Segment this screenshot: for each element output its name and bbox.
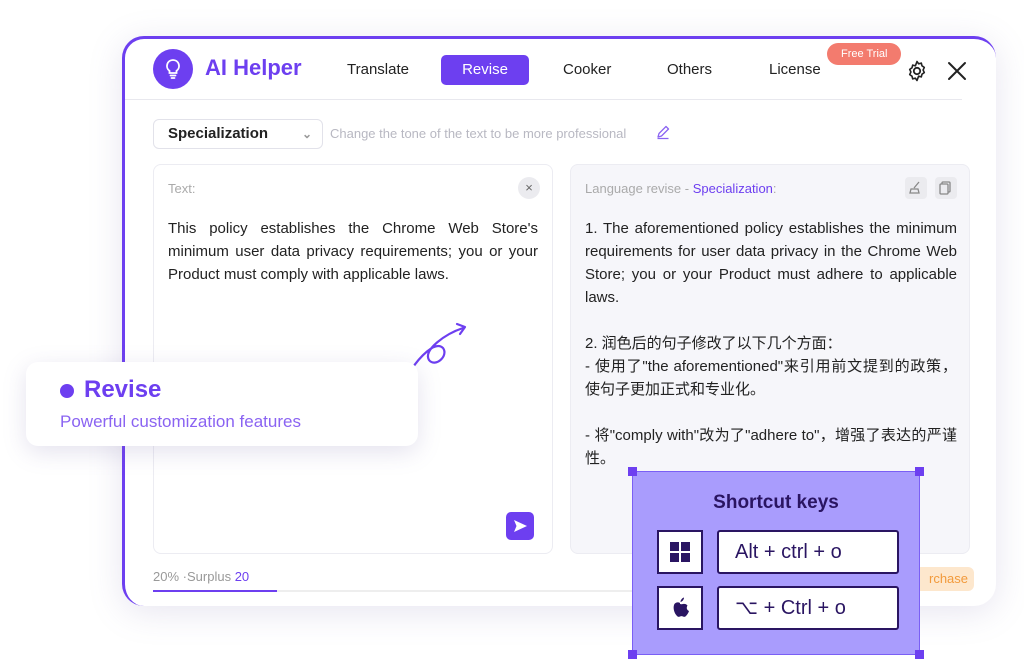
mode-select[interactable]: Specialization ⌄ — [153, 119, 323, 149]
chevron-down-icon: ⌄ — [301, 127, 312, 141]
callout-subtitle: Powerful customization features — [60, 412, 301, 431]
usage-progress-fill — [153, 590, 277, 592]
broom-icon[interactable] — [905, 177, 927, 199]
resize-handle — [628, 650, 637, 659]
clear-icon[interactable]: × — [518, 177, 540, 199]
tab-cooker[interactable]: Cooker — [549, 55, 625, 85]
shortcut-card: Shortcut keys Alt + ctrl + o ⌥ + Ctrl + … — [628, 467, 924, 659]
send-button[interactable] — [506, 512, 534, 540]
output-line: 2. 润色后的句子修改了以下几个方面： — [585, 335, 842, 352]
resize-handle — [915, 650, 924, 659]
tab-license[interactable]: License — [755, 55, 835, 85]
tone-hint: Change the tone of the text to be more p… — [330, 126, 627, 141]
output-label-suffix: : — [772, 181, 777, 196]
purchase-button[interactable]: rchase — [915, 567, 975, 591]
mode-select-value: Specialization — [168, 125, 269, 142]
resize-handle — [915, 467, 924, 476]
tab-others[interactable]: Others — [653, 55, 726, 85]
app-title: AI Helper — [205, 55, 302, 80]
resize-handle — [628, 467, 637, 476]
usage-percent: 20% — [153, 569, 180, 584]
close-icon[interactable] — [945, 59, 969, 83]
pencil-icon[interactable] — [655, 124, 671, 140]
windows-shortcut: Alt + ctrl + o — [717, 530, 899, 574]
bullet-dot-icon — [60, 384, 74, 398]
surplus-value: 20 — [234, 569, 250, 584]
shortcut-title: Shortcut keys — [713, 492, 839, 513]
lightbulb-logo-icon — [153, 49, 193, 89]
input-label: Text: — [168, 181, 196, 196]
tab-revise[interactable]: Revise — [441, 55, 529, 85]
output-label-mode: Specialization — [692, 181, 773, 196]
tab-translate[interactable]: Translate — [333, 55, 423, 85]
free-trial-badge: Free Trial — [827, 43, 902, 65]
copy-icon[interactable] — [935, 177, 957, 199]
mac-shortcut: ⌥ + Ctrl + o — [717, 586, 899, 630]
callout-title: Revise — [84, 376, 162, 403]
output-line: - 将"comply with"改为了"adhere to"，增强了表达的严谨性… — [585, 427, 957, 467]
stage: AI Helper Translate Revise Cooker Others… — [0, 0, 1024, 661]
output-label: Language revise - Specialization: — [585, 181, 777, 196]
feature-callout: Revise Powerful customization features — [26, 362, 418, 446]
output-label-prefix: Language revise - — [585, 181, 693, 196]
send-icon — [514, 520, 527, 532]
revised-output: 1. The aforementioned policy establishes… — [585, 217, 957, 470]
output-line: - 使用了"the aforementioned"来引用前文提到的政策，使句子更… — [585, 358, 957, 398]
source-text[interactable]: This policy establishes the Chrome Web S… — [168, 217, 538, 286]
surplus-label: ·Surplus — [182, 569, 232, 584]
gear-icon[interactable] — [905, 59, 929, 83]
usage-stats: 20% ·Surplus 20 — [153, 569, 249, 584]
apple-icon — [657, 586, 703, 630]
input-panel: Text: × This policy establishes the Chro… — [153, 164, 553, 554]
windows-icon — [657, 530, 703, 574]
header-divider — [125, 99, 962, 100]
output-line: 1. The aforementioned policy establishes… — [585, 220, 957, 306]
